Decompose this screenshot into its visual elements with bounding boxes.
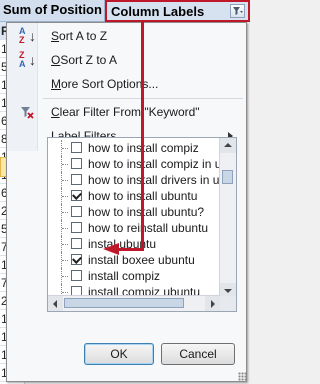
tree-connector: [62, 196, 68, 198]
item-checkbox[interactable]: [71, 206, 82, 217]
tree-connector: [62, 148, 68, 150]
item-label: how to install ubuntu?: [88, 205, 205, 219]
more-sort-options-item[interactable]: More Sort Options...: [7, 72, 247, 96]
value-list-item[interactable]: how to install compiz: [48, 140, 220, 156]
cancel-button[interactable]: Cancel: [161, 343, 235, 365]
sort-descending-icon: Z A ↓: [19, 50, 36, 69]
tree-connector: [62, 244, 68, 246]
value-list-item[interactable]: how to reinstall ubuntu: [48, 220, 220, 236]
clear-filter-label: Clear Filter From "Keyword": [51, 105, 200, 119]
clear-filter-item[interactable]: Clear Filter From "Keyword": [7, 100, 247, 124]
tree-connector: [62, 260, 68, 262]
annotation-arrow-line: [118, 248, 144, 251]
column-labels-text: Column Labels: [111, 4, 205, 19]
scrollbar-corner: [220, 296, 236, 311]
horizontal-scrollbar[interactable]: [48, 295, 220, 311]
sort-ascending-icon: A Z ↓: [19, 26, 36, 45]
value-list-item[interactable]: install boxee ubuntu: [48, 252, 220, 268]
value-list-item[interactable]: how to install drivers in ubuntu: [48, 172, 220, 188]
item-checkbox[interactable]: [71, 190, 82, 201]
sort-a-to-z-label: Sort A to Z: [51, 29, 108, 43]
annotation-arrow-line: [141, 22, 144, 248]
pivot-filter-screen: Ro11519186086161462215471187726121415141…: [0, 0, 250, 384]
item-checkbox[interactable]: [71, 254, 82, 265]
item-label: install compiz: [88, 269, 161, 283]
item-checkbox[interactable]: [71, 158, 82, 169]
resize-grip-icon[interactable]: [238, 372, 247, 381]
scroll-right-icon[interactable]: [205, 296, 220, 311]
value-list-item[interactable]: install compiz: [48, 268, 220, 284]
scroll-up-icon[interactable]: [220, 138, 236, 153]
item-checkbox[interactable]: [71, 222, 82, 233]
clear-filter-icon: [21, 107, 34, 119]
value-list-item[interactable]: how to install ubuntu?: [48, 204, 220, 220]
scroll-left-icon[interactable]: [48, 296, 63, 311]
item-checkbox[interactable]: [71, 238, 82, 249]
item-checkbox[interactable]: [71, 270, 82, 281]
item-checkbox[interactable]: [71, 142, 82, 153]
tree-connector: [62, 228, 68, 230]
item-label: how to reinstall ubuntu: [88, 221, 209, 235]
sort-z-to-a-label: OSort Z to A: [51, 53, 118, 67]
item-checkbox[interactable]: [71, 174, 82, 185]
column-labels-header[interactable]: Column Labels: [105, 0, 250, 22]
sort-z-to-a-item[interactable]: Z A ↓ OSort Z to A: [7, 48, 247, 72]
tree-connector: [62, 276, 68, 278]
tree-connector: [62, 164, 68, 166]
scrollbar-thumb[interactable]: [222, 170, 233, 184]
hscrollbar-thumb[interactable]: [64, 298, 184, 308]
vertical-scrollbar[interactable]: [219, 138, 236, 298]
item-label: how to install compiz in ubuntu: [88, 157, 220, 171]
value-list-item[interactable]: how to install compiz in ubuntu: [48, 156, 220, 172]
tree-connector: [62, 212, 68, 214]
item-label: how to install drivers in ubuntu: [88, 173, 220, 187]
annotation-arrow-head-icon: [103, 243, 119, 255]
sort-a-to-z-item[interactable]: A Z ↓ Sort A to Z: [7, 24, 247, 48]
tree-connector: [62, 180, 68, 182]
filter-icon: [233, 7, 243, 15]
sum-of-position-header: Sum of Position: [0, 0, 105, 22]
ok-button[interactable]: OK: [84, 343, 154, 365]
tree-connector: [62, 292, 68, 294]
filter-dropdown-button[interactable]: [230, 4, 245, 18]
value-list-item[interactable]: how to install ubuntu: [48, 188, 220, 204]
